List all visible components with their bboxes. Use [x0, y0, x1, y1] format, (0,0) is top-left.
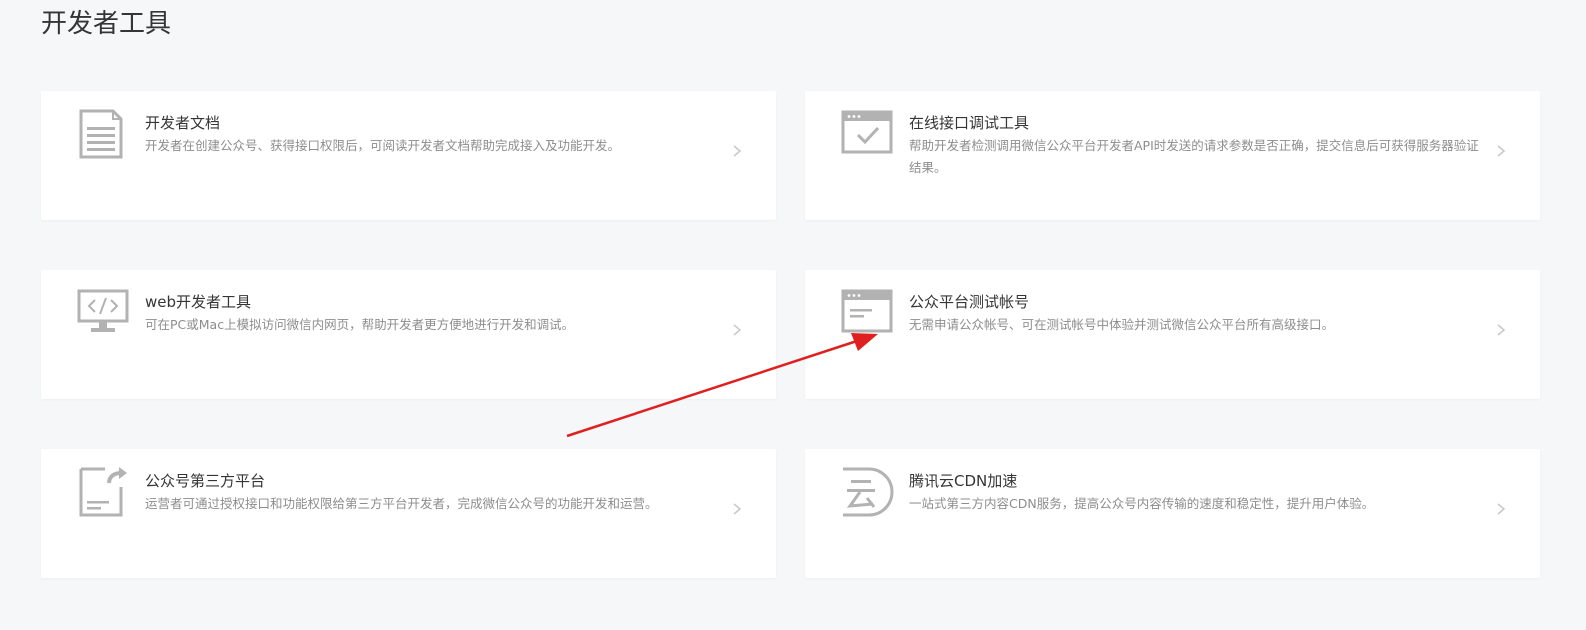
chevron-right-icon[interactable] — [730, 143, 744, 159]
browser-check-icon — [841, 109, 895, 159]
page-title: 开发者工具 — [41, 9, 172, 39]
card-third-party-platform[interactable]: 公众号第三方平台 运营者可通过授权接口和功能权限给第三方平台开发者，完成微信公众… — [41, 449, 776, 578]
card-title: 在线接口调试工具 — [909, 114, 1030, 132]
cloud-cdn-icon — [841, 467, 895, 517]
card-description: 开发者在创建公众号、获得接口权限后，可阅读开发者文档帮助完成接入及功能开发。 — [145, 138, 621, 153]
chevron-right-icon[interactable] — [1494, 322, 1508, 338]
card-api-debug-tool[interactable]: 在线接口调试工具 帮助开发者检测调用微信公众平台开发者API时发送的请求参数是否… — [805, 91, 1540, 220]
card-description: 运营者可通过授权接口和功能权限给第三方平台开发者，完成微信公众号的功能开发和运营… — [145, 496, 658, 511]
card-title: 公众平台测试帐号 — [909, 293, 1030, 311]
card-description: 无需申请公众帐号、可在测试帐号中体验并测试微信公众平台所有高级接口。 — [909, 317, 1335, 332]
card-web-dev-tool[interactable]: web开发者工具 可在PC或Mac上模拟访问微信内网页，帮助开发者更方便地进行开… — [41, 270, 776, 399]
card-description: 可在PC或Mac上模拟访问微信内网页，帮助开发者更方便地进行开发和调试。 — [145, 317, 575, 332]
card-description: 一站式第三方内容CDN服务，提高公众号内容传输的速度和稳定性，提升用户体验。 — [909, 496, 1375, 511]
chevron-right-icon[interactable] — [730, 322, 744, 338]
card-title: 公众号第三方平台 — [145, 472, 266, 490]
card-developer-docs[interactable]: 开发者文档 开发者在创建公众号、获得接口权限后，可阅读开发者文档帮助完成接入及功… — [41, 91, 776, 220]
document-icon — [77, 109, 131, 159]
monitor-code-icon — [77, 288, 131, 338]
chevron-right-icon[interactable] — [1494, 501, 1508, 517]
card-title: web开发者工具 — [145, 293, 252, 311]
card-description: 帮助开发者检测调用微信公众平台开发者API时发送的请求参数是否正确，提交信息后可… — [909, 138, 1479, 175]
card-test-account[interactable]: 公众平台测试帐号 无需申请公众帐号、可在测试帐号中体验并测试微信公众平台所有高级… — [805, 270, 1540, 399]
card-tencent-cloud-cdn[interactable]: 腾讯云CDN加速 一站式第三方内容CDN服务，提高公众号内容传输的速度和稳定性，… — [805, 449, 1540, 578]
document-share-icon — [77, 467, 131, 517]
card-title: 腾讯云CDN加速 — [909, 472, 1018, 490]
browser-window-icon — [841, 288, 895, 338]
chevron-right-icon[interactable] — [1494, 143, 1508, 159]
card-title: 开发者文档 — [145, 114, 221, 132]
chevron-right-icon[interactable] — [730, 501, 744, 517]
